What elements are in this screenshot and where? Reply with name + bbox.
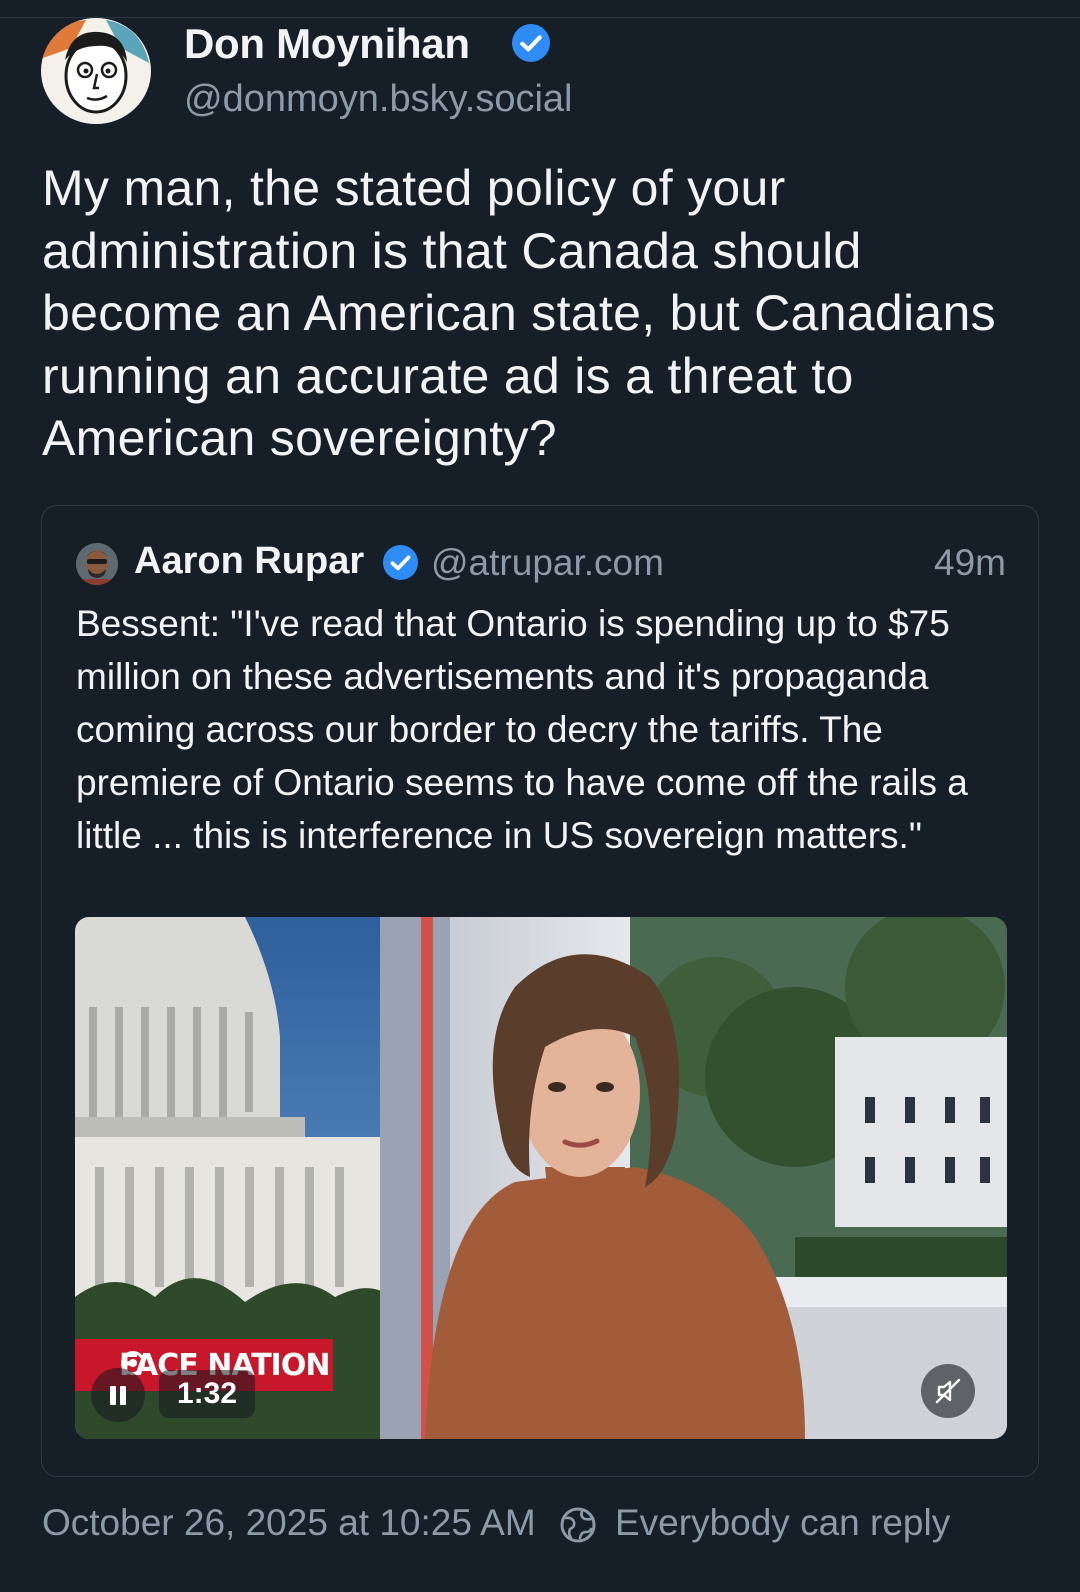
speaker-muted-icon	[935, 1378, 961, 1404]
post-text: My man, the stated policy of your admini…	[42, 160, 996, 466]
author-display-name[interactable]: Don Moynihan	[184, 20, 470, 68]
post-timestamp[interactable]: October 26, 2025 at 10:25 AM	[42, 1502, 536, 1544]
quoted-post-time[interactable]: 49m	[934, 542, 1006, 584]
verified-badge-icon	[383, 545, 418, 580]
globe-icon	[560, 1507, 596, 1543]
author-handle[interactable]: @donmoyn.bsky.social	[184, 78, 572, 121]
unmute-button[interactable]	[921, 1364, 975, 1418]
quoted-author-handle[interactable]: @atrupar.com	[431, 542, 664, 584]
video-duration: 1:32	[159, 1370, 256, 1418]
quoted-avatar-photo	[76, 543, 118, 585]
video-player[interactable]: FACE NATION 1:32	[75, 917, 1007, 1439]
author-avatar[interactable]	[41, 18, 151, 124]
reply-setting[interactable]: Everybody can reply	[615, 1502, 950, 1544]
verified-badge-icon	[512, 24, 550, 62]
quoted-post-text: Bessent: "I've read that Ontario is spen…	[76, 603, 968, 856]
pause-button[interactable]	[91, 1368, 145, 1422]
avatar-illustration	[43, 18, 149, 124]
quoted-author-avatar[interactable]	[76, 543, 118, 585]
top-divider	[0, 17, 1080, 18]
quoted-author-display-name[interactable]: Aaron Rupar	[134, 540, 364, 583]
quoted-post-card[interactable]: Aaron Rupar @atrupar.com 49m Bessent: "I…	[41, 505, 1039, 1477]
